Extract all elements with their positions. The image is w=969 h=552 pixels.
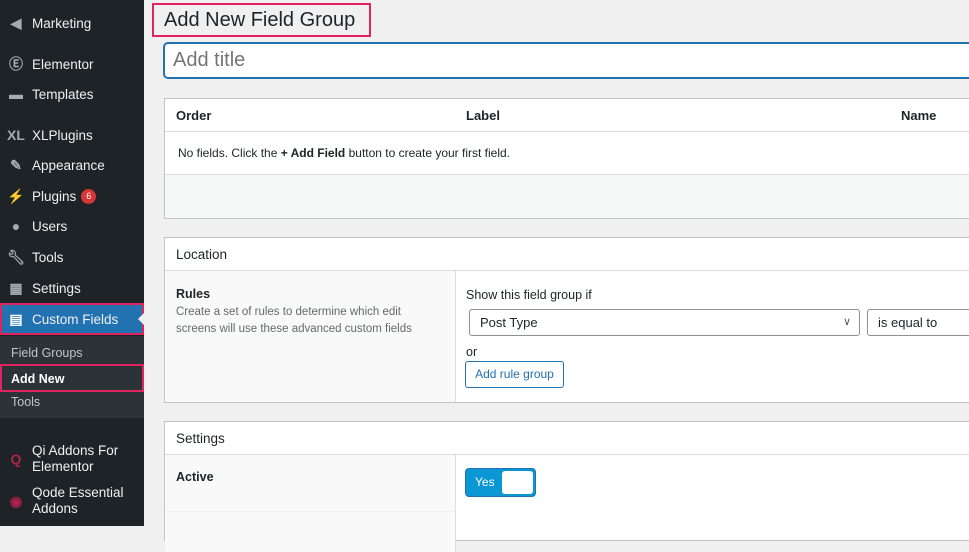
rules-label-cell: Rules Create a set of rules to determine… [165,271,456,402]
user-icon: ● [11,218,21,234]
megaphone-icon: ◀ [10,14,22,31]
toggle-knob [502,471,533,494]
plugin-icon: ⚡ [7,187,25,204]
menu-label: Marketing [32,15,92,31]
paintbrush-icon: ✎ [10,156,22,173]
no-fields-message: No fields. Click the + Add Field button … [165,132,969,175]
location-box: Location Rules Create a set of rules to … [164,237,969,403]
menu-qi-addons[interactable]: Q Qi Addons For Elementor [0,442,144,476]
menu-users[interactable]: ● Users [0,211,144,241]
add-field-ref: + Add Field [280,146,346,160]
param-value: Post Type [480,315,538,330]
menu-templates[interactable]: ▬ Templates [0,79,144,109]
rule-param-select[interactable]: Post Type ∨ [469,309,860,336]
menu-custom-fields[interactable]: ▤ Custom Fields [0,303,144,335]
active-toggle[interactable]: Yes [465,468,536,497]
qi-icon: Q [10,451,22,467]
page-title: Add New Field Group [152,3,371,37]
next-setting-cell [165,512,456,552]
menu-label: Qode Essential Addons [32,485,124,516]
update-badge: 6 [81,188,97,204]
rules-description: Create a set of rules to determine which… [176,306,412,335]
fields-footer [165,175,969,218]
menu-qode-addons[interactable]: ◉ Qode Essential Addons [0,484,144,518]
chevron-down-icon: ∨ [842,316,851,328]
location-heading: Location [165,238,969,271]
submenu: Field Groups Add New Tools [0,336,144,418]
settings-box: Settings Active Yes [164,421,969,552]
menu-label: Users [32,218,68,234]
menu-label: Elementor [32,56,94,72]
menu-label: Tools [32,249,64,265]
settings-heading: Settings [165,422,969,455]
menu-tools[interactable]: 🔧︎ Tools [0,242,144,272]
add-rule-group-button[interactable]: Add rule group [465,361,564,388]
current-arrow [132,313,144,325]
fields-header: Order Label Name [165,99,969,132]
wrench-icon: 🔧︎ [7,248,25,265]
toggle-label: Yes [475,475,495,489]
title-input[interactable] [164,43,969,78]
menu-plugins[interactable]: ⚡ Plugins 6 [0,181,144,211]
menu-label: Templates [32,86,94,102]
or-label: or [466,345,478,359]
menu-label: Plugins [32,188,77,204]
col-order: Order [176,108,212,123]
admin-sidebar: ◀ Marketing Ⓔ Elementor ▬ Templates XL XLPlu… [0,0,144,526]
menu-elementor[interactable]: Ⓔ Elementor [0,49,144,79]
operator-value: is equal to [878,315,938,330]
menu-settings[interactable]: ▦ Settings [0,273,144,303]
xl-icon: XL [7,127,25,143]
menu-label: Appearance [32,157,105,173]
submenu-add-new[interactable]: Add New [0,364,144,392]
submenu-field-groups[interactable]: Field Groups [0,341,144,366]
folder-icon: ▬ [9,86,23,102]
rules-label: Rules [176,287,211,301]
table-icon: ▤ [9,310,23,327]
menu-label: XLPlugins [32,127,93,143]
settings-icon: ▦ [9,279,23,296]
qode-icon: ◉ [9,493,23,509]
show-if-label: Show this field group if [466,288,592,302]
menu-label: Custom Fields [32,311,119,327]
menu-xlplugins[interactable]: XL XLPlugins [0,120,144,150]
col-label: Label [466,108,500,123]
menu-label: Settings [32,280,81,296]
menu-label: Qi Addons For Elementor [32,443,119,474]
menu-marketing[interactable]: ◀ Marketing [0,8,144,38]
rule-operator-select[interactable]: is equal to [867,309,969,336]
menu-appearance[interactable]: ✎ Appearance [0,150,144,180]
fields-box: Order Label Name No fields. Click the + … [164,98,969,219]
msg-text: No fields. Click the [178,146,281,160]
active-label: Active [165,455,456,512]
col-name: Name [901,108,937,123]
msg-text: button to create your first field. [345,146,511,160]
submenu-tools[interactable]: Tools [0,390,144,415]
elementor-icon: Ⓔ [9,56,23,72]
